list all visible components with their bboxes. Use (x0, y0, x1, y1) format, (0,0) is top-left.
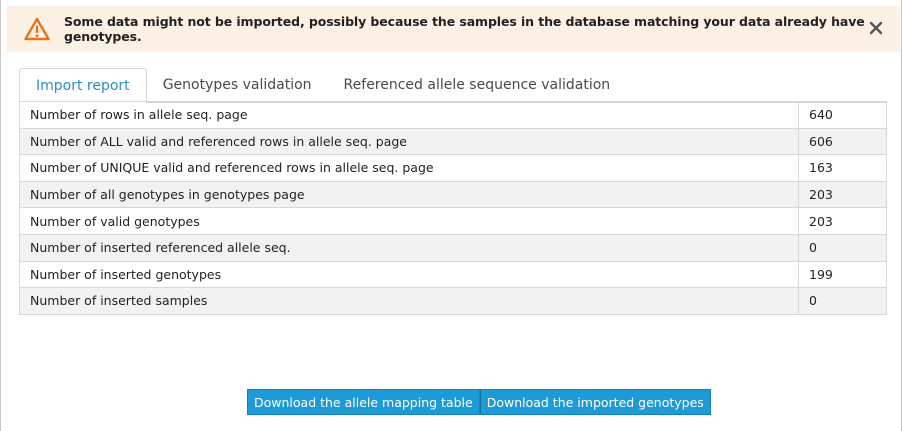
row-label: Number of inserted samples (19, 287, 799, 315)
row-label: Number of valid genotypes (19, 207, 799, 235)
row-value: 199 (798, 260, 887, 289)
row-value: 606 (798, 127, 887, 156)
import-result-dialog: Some data might not be imported, possibl… (0, 0, 902, 431)
row-value: 203 (798, 180, 887, 209)
tab-import-report[interactable]: Import report (19, 68, 147, 103)
table-row: Number of inserted genotypes 199 (19, 260, 887, 289)
row-value: 640 (798, 101, 887, 129)
row-label: Number of ALL valid and referenced rows … (19, 127, 799, 156)
download-button-group: Download the allele mapping table Downlo… (247, 389, 711, 415)
table-row: Number of UNIQUE valid and referenced ro… (19, 154, 887, 182)
row-label: Number of all genotypes in genotypes pag… (19, 180, 799, 209)
table-row: Number of all genotypes in genotypes pag… (19, 180, 887, 209)
row-value: 0 (798, 287, 887, 315)
table-row: Number of inserted samples 0 (19, 287, 887, 315)
download-allele-mapping-button[interactable]: Download the allele mapping table (247, 389, 480, 415)
row-label: Number of inserted referenced allele seq… (19, 233, 799, 262)
row-label: Number of inserted genotypes (19, 260, 799, 289)
table-row: Number of valid genotypes 203 (19, 207, 887, 235)
alert-message: Some data might not be imported, possibl… (64, 14, 865, 44)
table-row: Number of inserted referenced allele seq… (19, 233, 887, 262)
download-imported-genotypes-button[interactable]: Download the imported genotypes (479, 389, 711, 415)
warning-triangle-icon (24, 16, 50, 42)
warning-alert: Some data might not be imported, possibl… (7, 6, 900, 52)
row-label: Number of UNIQUE valid and referenced ro… (19, 154, 799, 182)
table-row: Number of rows in allele seq. page 640 (19, 101, 887, 129)
tab-genotypes-validation[interactable]: Genotypes validation (147, 68, 328, 102)
row-value: 163 (798, 154, 887, 182)
import-report-table: Number of rows in allele seq. page 640 N… (19, 101, 887, 315)
table-row: Number of ALL valid and referenced rows … (19, 127, 887, 156)
tab-referenced-allele-sequence-validation[interactable]: Referenced allele sequence validation (328, 68, 627, 102)
tab-bar: Import report Genotypes validation Refer… (19, 67, 887, 103)
row-value: 203 (798, 207, 887, 235)
close-icon[interactable] (866, 18, 886, 38)
row-value: 0 (798, 233, 887, 262)
row-label: Number of rows in allele seq. page (19, 101, 799, 129)
